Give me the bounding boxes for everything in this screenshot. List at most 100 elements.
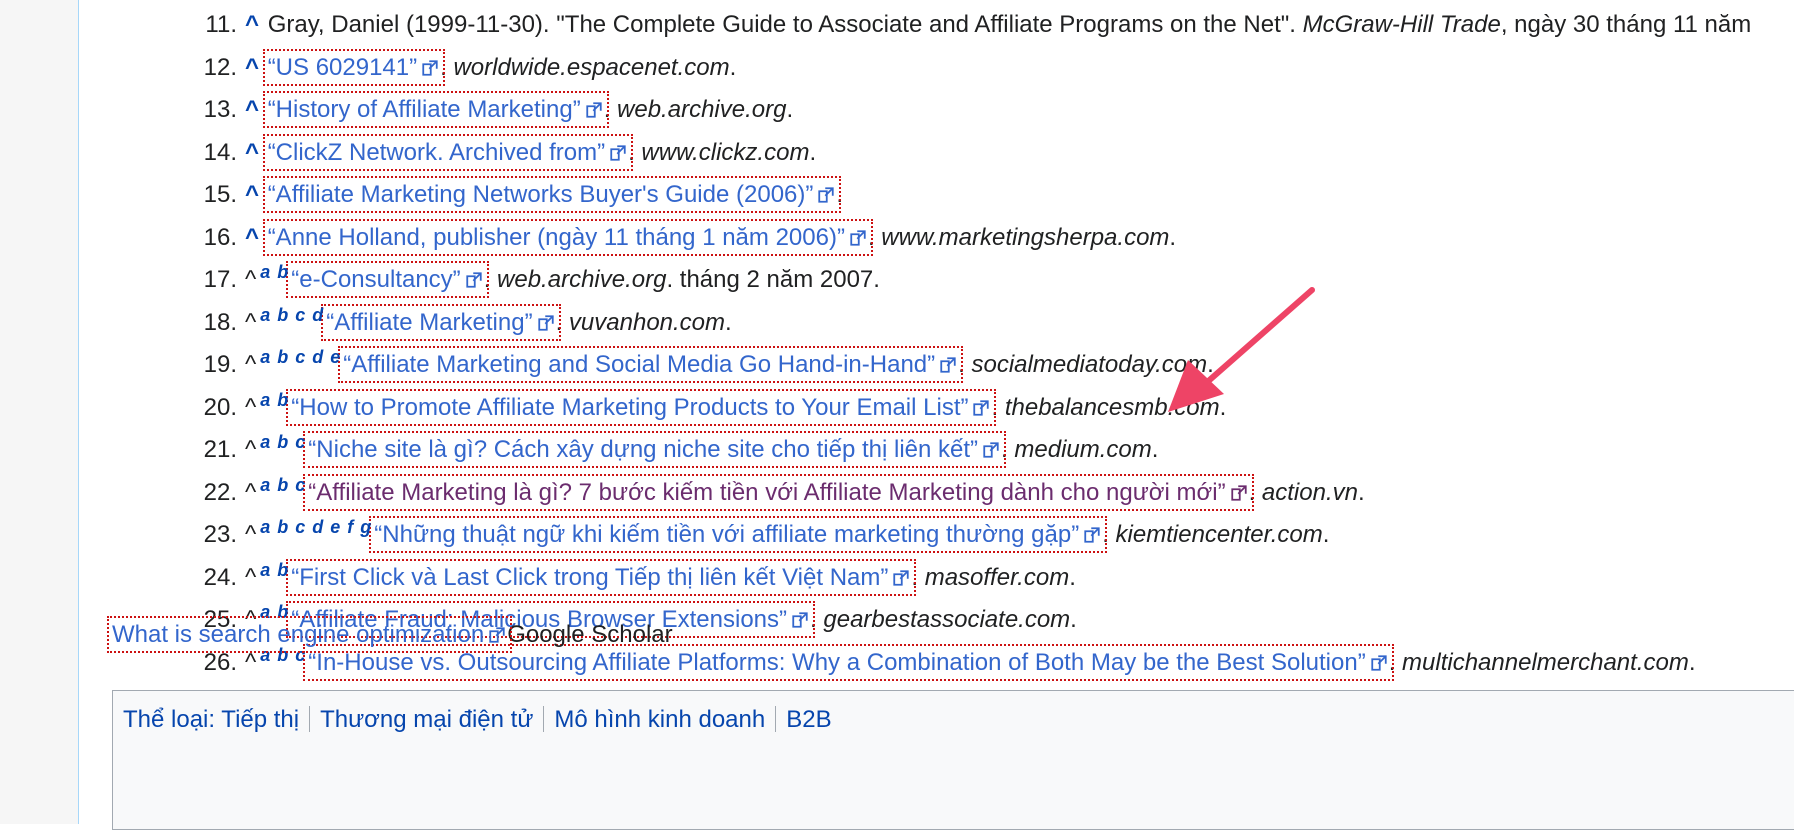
reference-link[interactable]: “History of Affiliate Marketing”: [262, 91, 609, 128]
reference-item: 20. ^ a b“How to Promote Affiliate Marketi…: [204, 388, 1751, 436]
backref-letters[interactable]: a b c: [260, 475, 306, 495]
reference-item: 13. ^ “History of Affiliate Marketing”. w…: [204, 91, 1751, 138]
period: .: [991, 393, 999, 421]
reference-item: 12. ^ “US 6029141”. worldwide.espacenet.c…: [204, 48, 1751, 96]
period: .: [628, 138, 635, 166]
category-link[interactable]: Thương mại điện tử: [320, 706, 533, 733]
reference-site: gearbestassociate.com: [823, 606, 1071, 633]
backref-caret[interactable]: ^: [245, 96, 259, 123]
reference-link[interactable]: “e-Consultancy”: [286, 261, 489, 298]
backref-caret[interactable]: ^: [245, 54, 259, 81]
reference-link[interactable]: “Affiliate Marketing là gì? 7 bước kiếm …: [303, 473, 1254, 511]
backref-caret: ^: [245, 521, 257, 548]
reference-date: , ngày 30 tháng 11 năm: [1500, 11, 1752, 38]
backref-caret[interactable]: ^: [245, 181, 259, 208]
reference-number: 19.: [203, 351, 237, 378]
period: .: [1151, 436, 1159, 463]
further-reading-line: What is search engine optimization Google…: [106, 616, 673, 653]
categories-label-link[interactable]: Thể loại:: [123, 706, 215, 733]
category-link[interactable]: Tiếp thị: [221, 706, 299, 733]
reference-number: 15.: [203, 181, 237, 208]
period: .: [603, 96, 611, 123]
reference-link[interactable]: “US 6029141”: [262, 48, 446, 86]
backref-letters[interactable]: a b: [260, 602, 289, 622]
reference-link[interactable]: “Affiliate Marketing and Social Media Go…: [338, 346, 964, 383]
backref-caret: ^: [245, 393, 257, 421]
backref-caret: ^: [245, 478, 257, 506]
reference-site: kiemtiencenter.com: [1115, 521, 1323, 548]
reference-number: 22.: [203, 478, 237, 506]
period: .: [810, 606, 817, 633]
reference-journal: McGraw-Hill Trade: [1302, 11, 1501, 38]
reference-item: 11. ^ Gray, Daniel (1999-11-30). "The Com…: [205, 10, 1752, 53]
backref-letters[interactable]: a b c d e: [260, 347, 341, 367]
reference-link[interactable]: “ClickZ Network. Archived from”: [262, 133, 634, 171]
category-link[interactable]: Mô hình kinh doanh: [554, 706, 765, 733]
reference-number: 14.: [203, 138, 237, 166]
reference-link[interactable]: “Affiliate Marketing Networks Buyer's Gu…: [262, 176, 842, 213]
period: .: [867, 223, 875, 251]
reference-number: 12.: [203, 53, 237, 81]
backref-caret: ^: [245, 351, 257, 378]
reference-link[interactable]: “First Click và Last Click trong Tiếp th…: [286, 558, 917, 596]
backref-caret[interactable]: ^: [245, 11, 259, 38]
external-link-icon: [422, 59, 438, 76]
external-link-icon: [466, 272, 482, 288]
period: .: [1070, 606, 1077, 633]
backref-letters[interactable]: a b: [260, 390, 289, 410]
external-link-icon: [586, 102, 602, 118]
reference-number: 16.: [203, 223, 237, 251]
category-separator: [543, 706, 545, 732]
reference-item: 18. ^ a b c d“Affiliate Marketing”. vuvanh…: [204, 303, 1751, 351]
backref-caret: ^: [245, 266, 257, 293]
reference-site: vuvanhon.com: [568, 308, 726, 336]
reference-item: 22. ^ a b c“Affiliate Marketing là gì? 7 b…: [204, 473, 1751, 521]
reference-site: web.archive.org: [497, 266, 667, 293]
annotation-arrow: [1168, 287, 1315, 412]
backref-caret: ^: [245, 308, 257, 336]
backref-caret: ^: [245, 563, 257, 591]
reference-link[interactable]: “In-House vs. Outsourcing Affiliate Plat…: [303, 643, 1394, 681]
backref-letters[interactable]: a b c d e f g: [260, 517, 372, 537]
seo-link[interactable]: What is search engine optimization: [106, 616, 513, 653]
reference-link[interactable]: “How to Promote Affiliate Marketing Prod…: [286, 388, 997, 426]
reference-item: 23. ^ a b c d e f g“Những thuật ngữ khi ki…: [204, 516, 1751, 563]
period: .: [555, 308, 563, 336]
reference-number: 21.: [203, 436, 237, 463]
external-link-icon: [537, 314, 554, 331]
reference-link[interactable]: “Anne Holland, publisher (ngày 11 tháng …: [262, 218, 873, 256]
period: .: [1169, 223, 1177, 251]
reference-number: 20.: [203, 393, 237, 421]
backref-caret[interactable]: ^: [245, 224, 259, 251]
reference-link[interactable]: “Niche site là gì? Cách xây dựng niche s…: [303, 431, 1007, 468]
period: .: [836, 181, 844, 208]
backref-caret[interactable]: ^: [245, 139, 259, 166]
backref-letters[interactable]: a b c: [260, 432, 306, 452]
period: .: [958, 351, 965, 378]
reference-item: 14. ^ “ClickZ Network. Archived from”. ww…: [204, 133, 1751, 181]
period: .: [1248, 478, 1256, 506]
backref-letters[interactable]: a b: [260, 262, 289, 282]
reference-item: 15. ^ “Affiliate Marketing Networks Buyer…: [204, 176, 1751, 223]
period: .: [729, 53, 737, 81]
backref-caret: ^: [245, 436, 257, 463]
reference-site: action.vn: [1261, 478, 1358, 506]
reference-site: masoffer.com: [924, 563, 1070, 591]
reference-item: 19. ^ a b c d e“Affiliate Marketing and So…: [204, 346, 1751, 393]
period: .: [911, 563, 919, 591]
reference-item: 16. ^ “Anne Holland, publisher (ngày 11 t…: [204, 218, 1751, 266]
external-link-icon: [610, 144, 626, 161]
reference-text: Gray, Daniel (1999-11-30). "The Complete…: [267, 11, 1303, 38]
external-link-icon: [893, 569, 910, 586]
backref-caret: ^: [245, 648, 257, 676]
reference-link[interactable]: “Affiliate Marketing”: [321, 303, 561, 341]
period: .: [1322, 521, 1330, 548]
external-link-icon: [1371, 654, 1387, 671]
reference-number: 17.: [203, 266, 237, 293]
reference-link[interactable]: “Những thuật ngữ khi kiếm tiền với affil…: [369, 516, 1108, 553]
backref-letters[interactable]: a b: [260, 560, 289, 580]
category-link[interactable]: B2B: [786, 706, 831, 733]
backref-letters[interactable]: a b c d: [260, 305, 324, 325]
reference-number: 26.: [203, 648, 237, 676]
period: .: [1388, 648, 1396, 676]
